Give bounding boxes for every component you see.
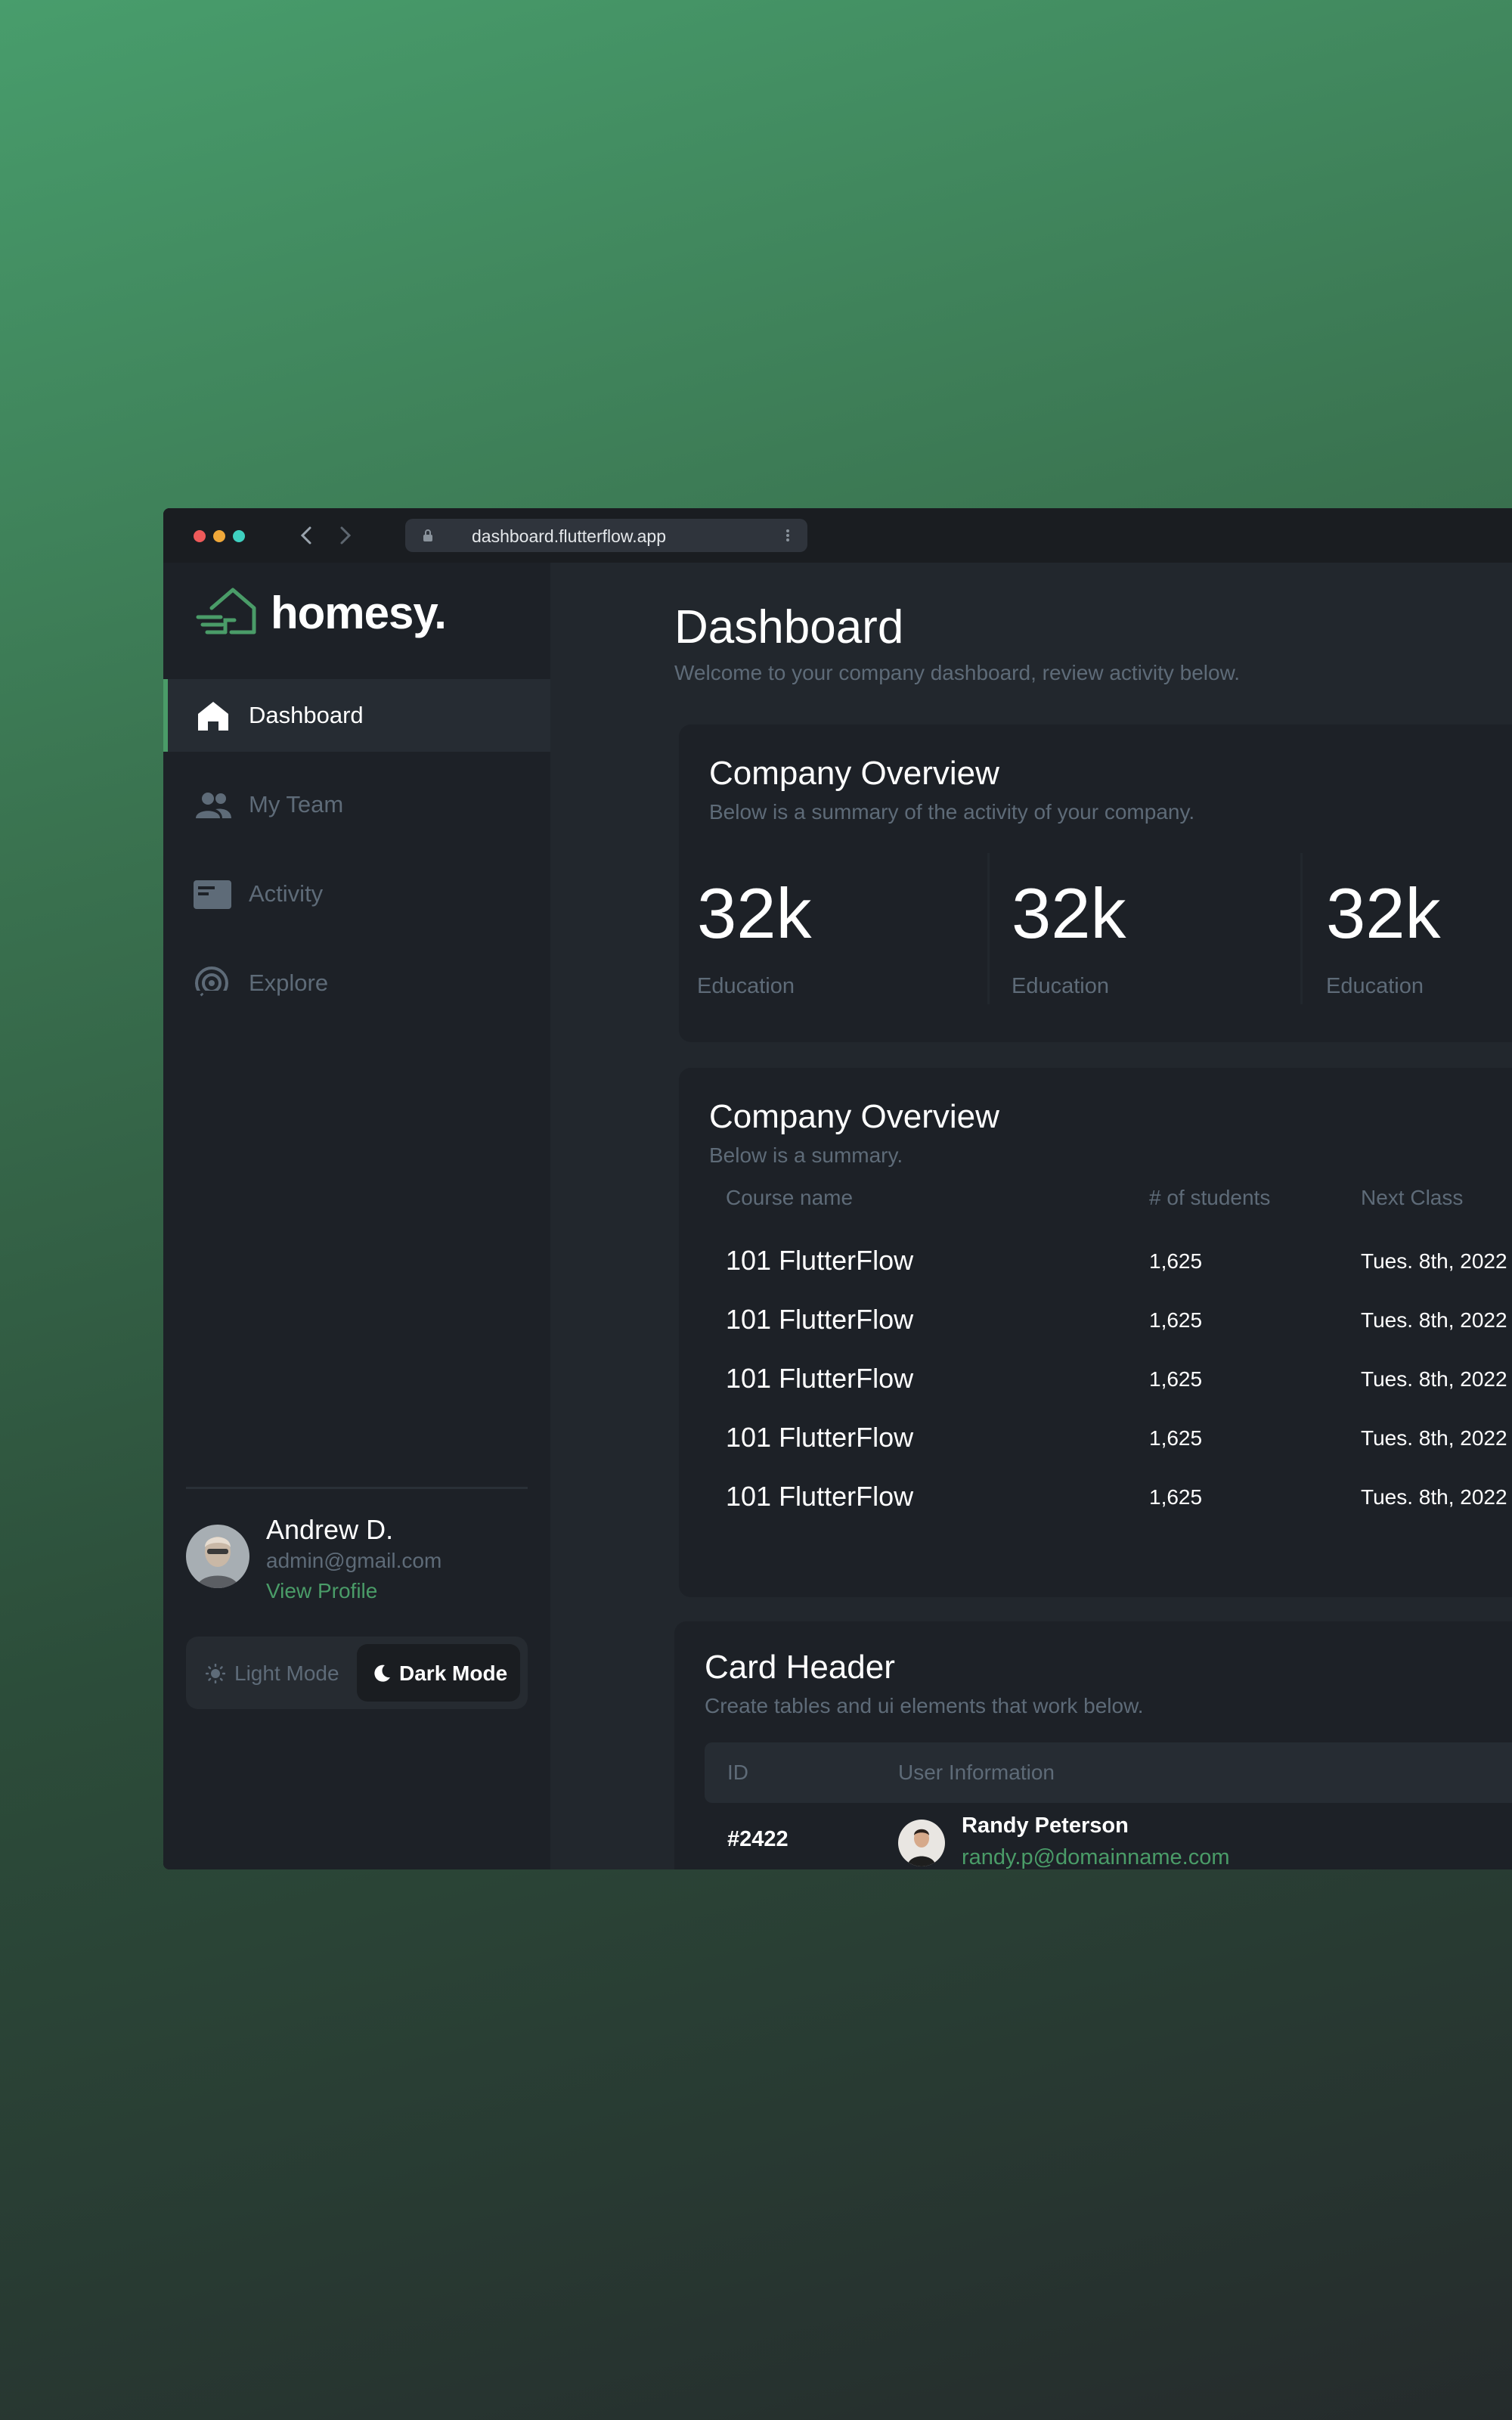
more-vert-icon[interactable] (785, 528, 791, 543)
sidebar-item-dashboard[interactable]: Dashboard (163, 679, 550, 752)
table-row[interactable]: 101 FlutterFlow 1,625 Tues. 8th, 2022 (679, 1352, 1512, 1411)
student-count: 1,625 (1149, 1249, 1203, 1273)
card-title: Company Overview (709, 755, 999, 792)
main-content: Dashboard Welcome to your company dashbo… (550, 563, 1512, 1869)
homesy-logo-icon (196, 588, 256, 634)
sidebar-item-label: My Team (249, 791, 344, 818)
user-id: #2422 (727, 1827, 789, 1851)
forward-arrow-icon[interactable] (333, 523, 357, 548)
activity-icon (194, 880, 231, 909)
stat-divider (1300, 853, 1303, 1004)
avatar (898, 1820, 945, 1866)
back-arrow-icon[interactable] (295, 523, 319, 548)
next-class: Tues. 8th, 2022 (1361, 1249, 1507, 1273)
sidebar-item-explore[interactable]: Explore (163, 947, 550, 1019)
user-photo-icon (898, 1820, 945, 1866)
column-header-next-class: Next Class (1361, 1186, 1464, 1209)
home-icon (198, 702, 228, 731)
column-header-id: ID (727, 1761, 748, 1784)
sidebar-item-label: Dashboard (249, 702, 364, 728)
maximize-window-button[interactable] (233, 530, 245, 542)
stat-card: 32k Education (679, 853, 981, 1035)
sidebar: homesy. Dashboard My Team Activity Explo… (163, 563, 550, 1869)
page-title: Dashboard (674, 601, 904, 653)
overview-card: Company Overview Below is a summary of t… (679, 724, 1512, 1042)
next-class: Tues. 8th, 2022 (1361, 1308, 1507, 1332)
course-name: 101 FlutterFlow (726, 1363, 914, 1394)
student-count: 1,625 (1149, 1367, 1203, 1391)
close-window-button[interactable] (194, 530, 206, 542)
card-subtitle: Below is a summary of the activity of yo… (709, 800, 1195, 824)
stat-value: 32k (1012, 873, 1126, 953)
user-photo-icon (186, 1525, 249, 1588)
address-url: dashboard.flutterflow.app (472, 526, 667, 546)
light-mode-button[interactable]: Light Mode (201, 1647, 352, 1699)
address-bar[interactable]: dashboard.flutterflow.app (405, 519, 807, 552)
courses-card: Company Overview Below is a summary. Cou… (679, 1068, 1512, 1597)
sidebar-item-label: Explore (249, 970, 329, 996)
table-row[interactable]: 101 FlutterFlow 1,625 Tues. 8th, 2022 (679, 1470, 1512, 1529)
card-title: Card Header (705, 1649, 895, 1686)
stat-label: Education (697, 974, 795, 998)
sidebar-item-activity[interactable]: Activity (163, 858, 550, 930)
sidebar-item-label: Activity (249, 880, 324, 907)
brand-name: homesy. (271, 588, 447, 638)
next-class: Tues. 8th, 2022 (1361, 1485, 1507, 1509)
theme-toggle: Light Mode Dark Mode (186, 1637, 528, 1709)
course-name: 101 FlutterFlow (726, 1422, 914, 1453)
team-icon (196, 793, 231, 818)
course-name: 101 FlutterFlow (726, 1481, 914, 1512)
browser-window: dashboard.flutterflow.app homesy. Dashbo… (163, 508, 1512, 1869)
student-count: 1,625 (1149, 1308, 1203, 1332)
card-title: Company Overview (709, 1098, 999, 1135)
page-subtitle: Welcome to your company dashboard, revie… (674, 661, 1241, 684)
table-row[interactable]: 101 FlutterFlow 1,625 Tues. 8th, 2022 (679, 1234, 1512, 1293)
stat-card: 32k Education (993, 853, 1296, 1035)
stat-value: 32k (697, 873, 812, 953)
light-mode-label: Light Mode (234, 1661, 339, 1685)
user-email: admin@gmail.com (266, 1549, 442, 1572)
user-email-link[interactable]: randy.p@domainname.com (962, 1845, 1230, 1869)
users-card: Card Header Create tables and ui element… (674, 1621, 1512, 1869)
table-header: ID User Information (705, 1742, 1512, 1803)
stat-value: 32k (1326, 873, 1441, 953)
stat-divider (987, 853, 990, 1004)
stat-label: Education (1012, 974, 1109, 998)
next-class: Tues. 8th, 2022 (1361, 1426, 1507, 1450)
browser-toolbar: dashboard.flutterflow.app (163, 508, 1512, 563)
course-name: 101 FlutterFlow (726, 1245, 914, 1276)
table-row[interactable]: 101 FlutterFlow 1,625 Tues. 8th, 2022 (679, 1411, 1512, 1470)
explore-icon (194, 966, 231, 1000)
dark-mode-button[interactable]: Dark Mode (357, 1644, 520, 1702)
next-class: Tues. 8th, 2022 (1361, 1367, 1507, 1391)
avatar[interactable] (186, 1525, 249, 1588)
view-profile-link[interactable]: View Profile (266, 1579, 377, 1603)
sidebar-divider (186, 1487, 528, 1489)
moon-icon (374, 1665, 390, 1682)
student-count: 1,625 (1149, 1485, 1203, 1509)
lock-icon (423, 529, 432, 541)
card-subtitle: Below is a summary. (709, 1143, 903, 1167)
column-header-students: # of students (1149, 1186, 1271, 1209)
user-full-name: Randy Peterson (962, 1813, 1129, 1838)
sun-icon (206, 1664, 225, 1683)
stat-label: Education (1326, 974, 1424, 998)
dark-mode-label: Dark Mode (399, 1661, 508, 1685)
column-header-user-info: User Information (898, 1761, 1055, 1784)
column-header-course: Course name (726, 1186, 854, 1209)
student-count: 1,625 (1149, 1426, 1203, 1450)
table-row[interactable]: 101 FlutterFlow 1,625 Tues. 8th, 2022 (679, 1293, 1512, 1352)
user-name: Andrew D. (266, 1514, 394, 1545)
minimize-window-button[interactable] (213, 530, 225, 542)
sidebar-item-my-team[interactable]: My Team (163, 768, 550, 841)
course-name: 101 FlutterFlow (726, 1304, 914, 1335)
stat-card: 32k Education (1308, 853, 1512, 1035)
table-row[interactable]: #2422 Randy Peterson randy.p@domainname.… (705, 1804, 1512, 1869)
card-subtitle: Create tables and ui elements that work … (705, 1694, 1144, 1717)
